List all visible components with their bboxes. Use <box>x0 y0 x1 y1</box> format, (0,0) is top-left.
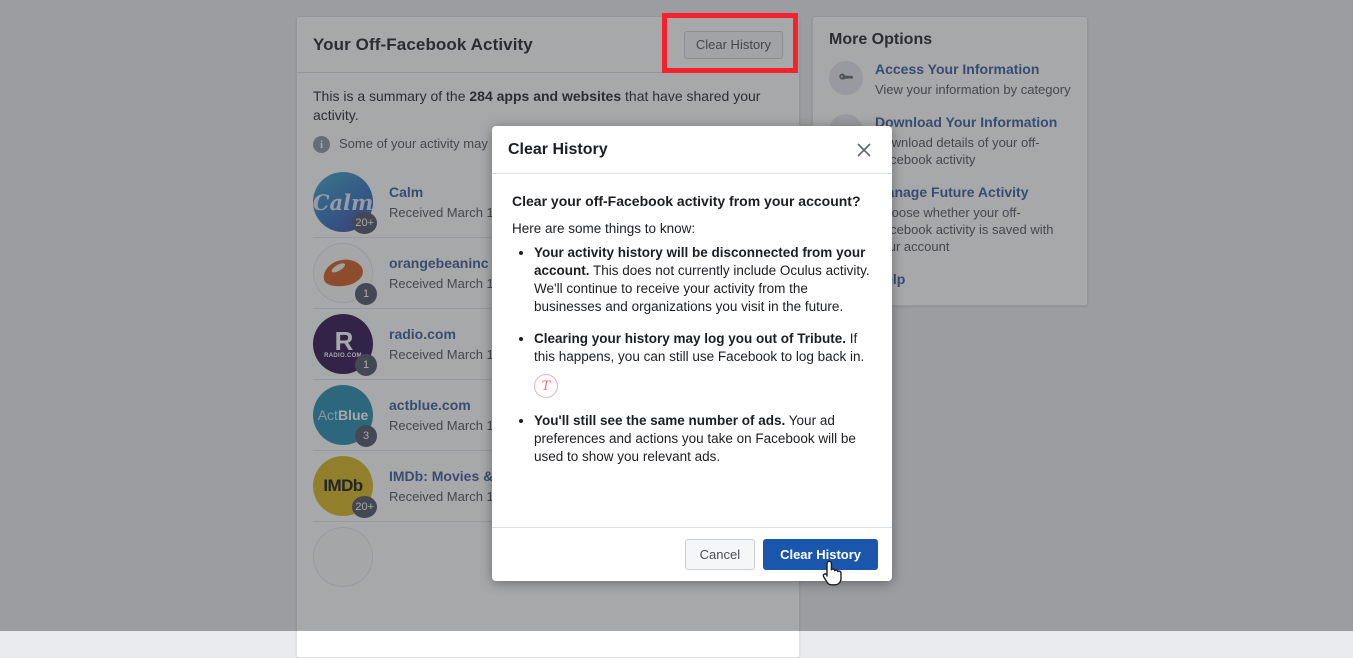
dialog-footer: Cancel Clear History <box>492 527 892 581</box>
dialog-intro-text: Here are some things to know: <box>512 221 696 236</box>
confirm-clear-history-button[interactable]: Clear History <box>763 539 878 570</box>
cancel-button[interactable]: Cancel <box>684 539 756 570</box>
bullet-bold-text: You'll still see the same number of ads. <box>534 413 786 428</box>
dialog-bullet-list: Your activity history will be disconnect… <box>512 244 872 466</box>
dialog-header: Clear History <box>492 126 892 174</box>
dialog-heading: Clear your off-Facebook activity from yo… <box>512 193 861 209</box>
list-item: You'll still see the same number of ads.… <box>534 412 872 466</box>
dialog-body: Clear your off-Facebook activity from yo… <box>492 174 892 527</box>
list-item: Your activity history will be disconnect… <box>534 244 872 316</box>
close-icon[interactable] <box>852 138 876 162</box>
bullet-bold-text: Clearing your history may log you out of… <box>534 331 847 346</box>
list-item: Clearing your history may log you out of… <box>534 330 872 398</box>
tribute-logo-icon: T <box>534 374 558 398</box>
dialog-title: Clear History <box>508 140 608 158</box>
clear-history-dialog: Clear History Clear your off-Facebook ac… <box>492 126 892 581</box>
